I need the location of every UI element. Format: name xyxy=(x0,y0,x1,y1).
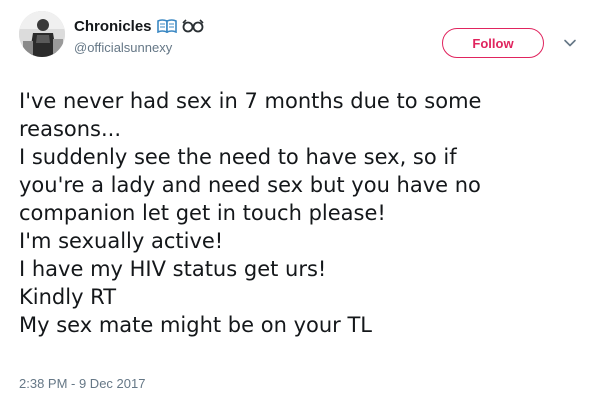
avatar[interactable] xyxy=(19,11,65,57)
author-handle[interactable]: @officialsunnexy xyxy=(74,40,172,55)
tweet-line: I'm sexually active! xyxy=(19,229,224,253)
tweet-line: My sex mate might be on your TL xyxy=(19,313,372,337)
chevron-down-icon[interactable] xyxy=(563,35,577,49)
tweet-line: Kindly RT xyxy=(19,285,117,309)
glasses-icon xyxy=(181,19,204,33)
tweet-line: companion let get in touch please! xyxy=(19,201,386,225)
tweet-text: I've never had sex in 7 months due to so… xyxy=(19,87,579,339)
tweet-line: I suddenly see the need to have sex, so … xyxy=(19,145,457,169)
follow-button[interactable]: Follow xyxy=(442,28,544,58)
tweet-line: reasons... xyxy=(19,117,122,141)
tweet-line: you're a lady and need sex but you have … xyxy=(19,173,481,197)
tweet-card: Chronicles @officialsunnexy Follow I've … xyxy=(0,0,592,407)
tweet-line: I've never had sex in 7 months due to so… xyxy=(19,89,482,113)
display-name[interactable]: Chronicles xyxy=(74,18,152,35)
open-book-icon xyxy=(156,19,177,33)
author-name-row[interactable]: Chronicles xyxy=(74,15,204,37)
tweet-line: I have my HIV status get urs! xyxy=(19,257,327,281)
tweet-timestamp[interactable]: 2:38 PM - 9 Dec 2017 xyxy=(19,376,145,391)
